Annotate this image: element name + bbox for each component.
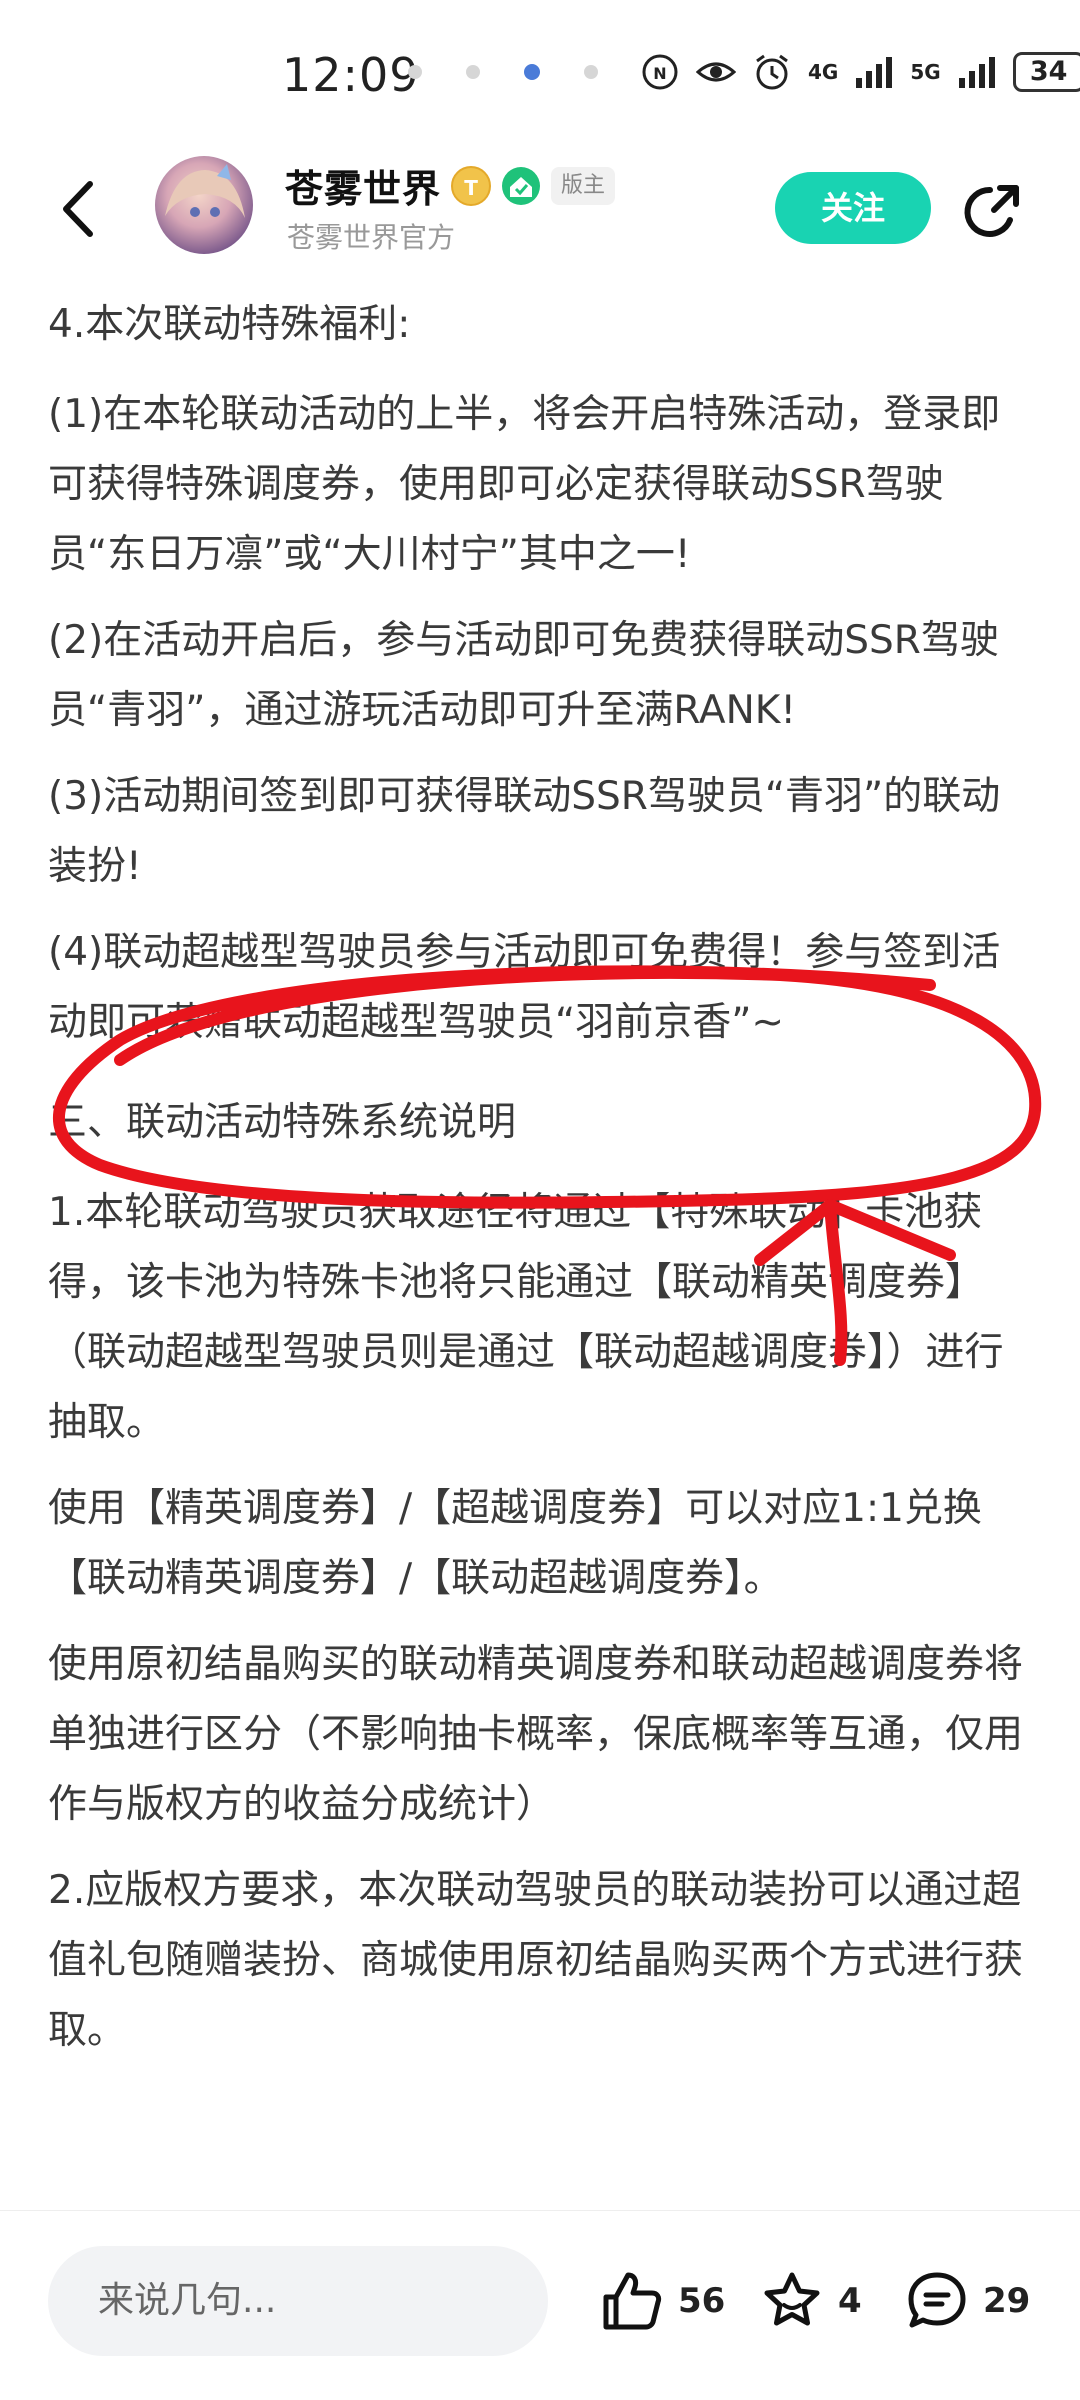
post-paragraph: 2.应版权方要求，本次联动驾驶员的联动装扮可以通过超值礼包随赠装扮、商城使用原初… (48, 1868, 1024, 2053)
signal-label-1: 4G (808, 60, 839, 84)
post-paragraph: (3)活动期间签到即可获得联动SSR驾驶员“青羽”的联动装扮! (48, 774, 1001, 889)
post-paragraph: (2)在活动开启后，参与活动即可免费获得联动SSR驾驶员“青羽”，通过游玩活动即… (48, 618, 999, 733)
favorite-button[interactable]: 4 (760, 2269, 862, 2333)
comment-input[interactable]: 来说几句... (48, 2246, 548, 2356)
follow-button[interactable]: 关注 (775, 172, 931, 244)
notification-icons (408, 64, 598, 80)
forum-title-row: 苍雾世界 T 版主 (285, 158, 616, 213)
battery-indicator: 34 (1012, 52, 1080, 92)
avatar[interactable] (155, 156, 253, 254)
like-count: 56 (678, 2281, 726, 2321)
post-paragraph-highlighted: (4)联动超越型驾驶员参与活动即可免费得！参与签到活动即可获赠联动超越型驾驶员“… (48, 930, 1001, 1045)
thumbs-up-icon (603, 2272, 662, 2330)
svg-text:N: N (653, 64, 666, 83)
eye-icon (696, 62, 736, 82)
status-time: 12:09 (282, 48, 420, 102)
post-paragraph: 使用原初结晶购买的联动精英调度券和联动超越调度券将单独进行区分（不影响抽卡概率，… (48, 1642, 1024, 1827)
share-icon[interactable] (960, 180, 1024, 244)
nfc-icon: N (642, 54, 678, 90)
status-bar: 12:09 N 4G 5G 34 (0, 0, 1080, 150)
comment-bubble-icon (908, 2272, 966, 2328)
back-arrow-icon[interactable] (52, 174, 102, 244)
notification-icon (466, 65, 480, 79)
comment-count: 29 (983, 2281, 1031, 2321)
alarm-icon (756, 54, 788, 90)
star-icon (764, 2272, 820, 2326)
signal-icon (856, 57, 893, 88)
moderator-tag: 版主 (551, 166, 616, 205)
official-home-icon (502, 166, 541, 205)
forum-subtitle: 苍雾世界官方 (287, 221, 456, 254)
status-indicators: N 4G 5G 34 (640, 52, 1080, 92)
screen: 12:09 N 4G 5G 34 苍雾世界 T 版主 苍雾世界官方 关注 4.本… (0, 0, 1080, 2400)
post-paragraph: 4.本次联动特殊福利: (48, 302, 411, 347)
section-heading: 三、联动活动特殊系统说明 (48, 1100, 517, 1145)
level-badge: T (451, 165, 492, 206)
notification-icon (584, 65, 598, 79)
favorite-count: 4 (838, 2281, 862, 2321)
avatar-image (165, 164, 245, 218)
post-paragraph: (1)在本轮联动活动的上半，将会开启特殊活动，登录即可获得特殊调度券，使用即可必… (48, 392, 1001, 577)
forum-title: 苍雾世界 (285, 167, 442, 211)
notification-icon (408, 65, 422, 79)
signal-label-2: 5G (910, 60, 941, 84)
comment-button[interactable]: 29 (905, 2269, 1030, 2333)
bottom-action-bar: 来说几句... 56 4 29 (0, 2210, 1080, 2400)
signal-icon (958, 57, 995, 88)
post-content: 4.本次联动特殊福利: (1)在本轮联动活动的上半，将会开启特殊活动，登录即可获… (48, 290, 1038, 2210)
forum-header: 苍雾世界 T 版主 苍雾世界官方 关注 (0, 150, 1080, 270)
post-paragraph: 1.本轮联动驾驶员获取途径将通过【特殊联动】卡池获得，该卡池为特殊卡池将只能通过… (48, 1190, 1004, 1445)
like-button[interactable]: 56 (600, 2269, 725, 2333)
notification-icon (524, 64, 540, 80)
post-paragraph: 使用【精英调度券】/【超越调度券】可以对应1:1兑换【联动精英调度券】/【联动超… (48, 1486, 982, 1601)
